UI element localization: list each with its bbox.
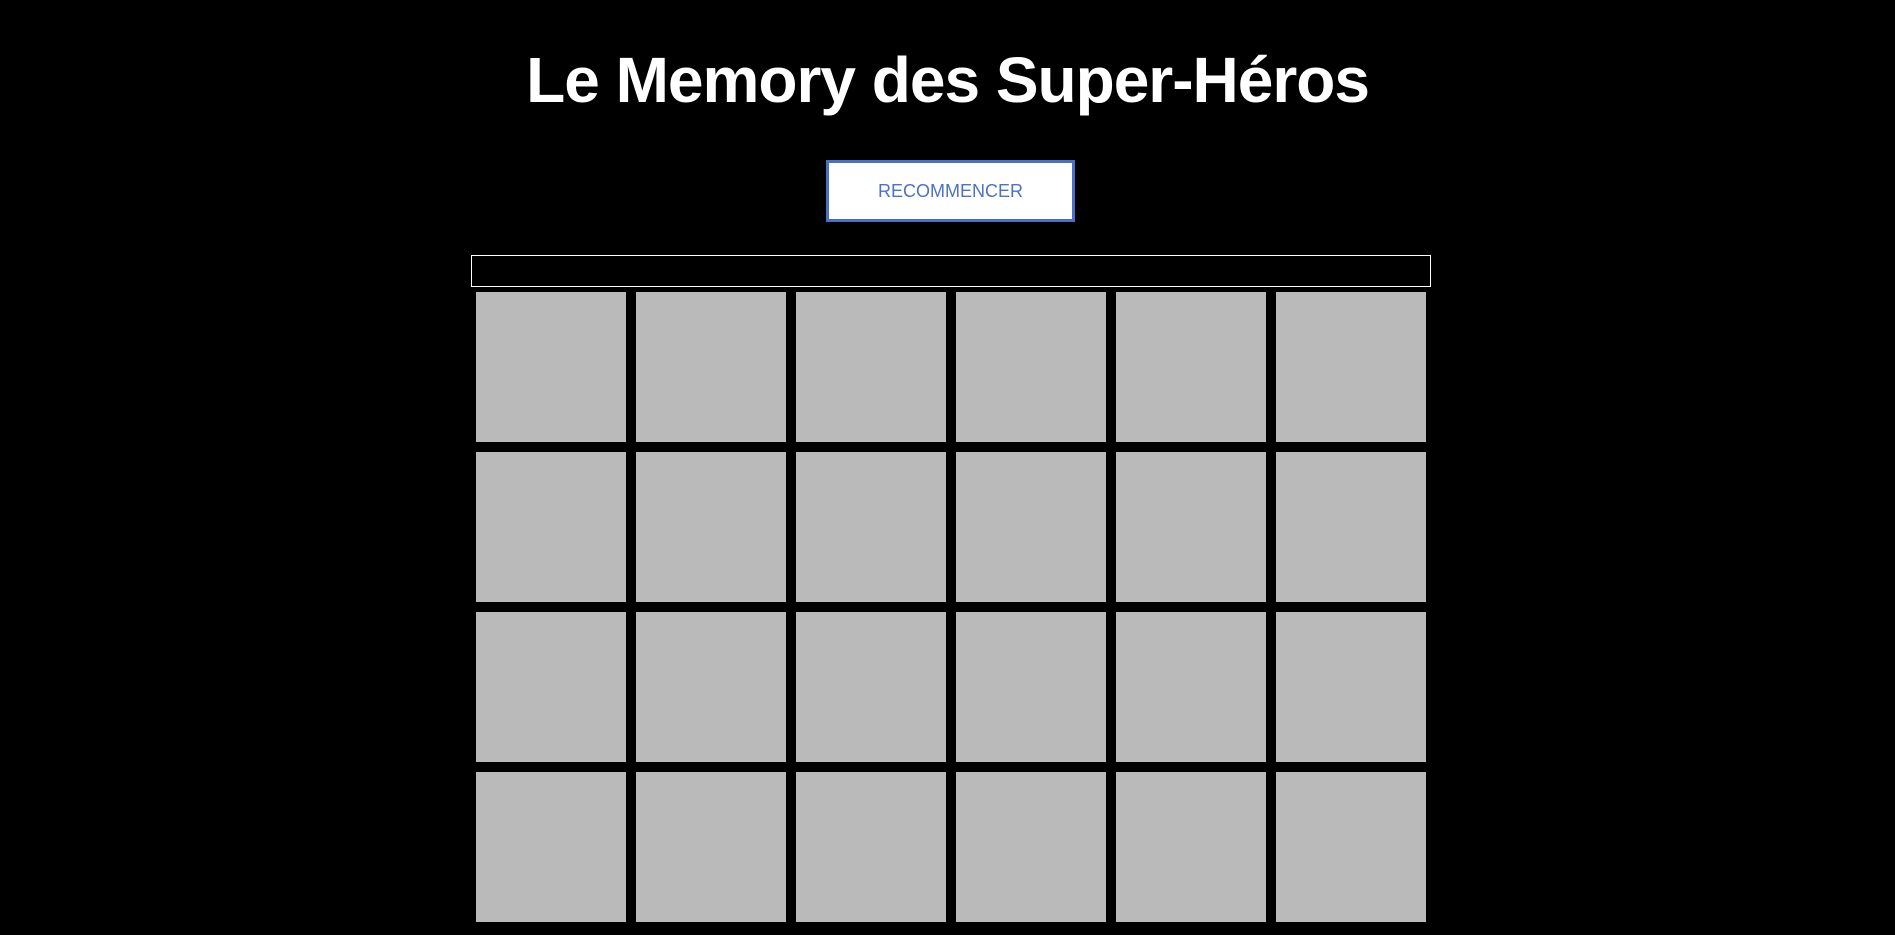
memory-card[interactable] (1276, 612, 1426, 762)
memory-card[interactable] (476, 612, 626, 762)
memory-card[interactable] (1276, 452, 1426, 602)
memory-card[interactable] (476, 772, 626, 922)
progress-bar (471, 255, 1431, 287)
memory-card[interactable] (956, 452, 1106, 602)
game-page: Le Memory des Super-Héros RECOMMENCER (0, 0, 1895, 935)
memory-card[interactable] (1116, 772, 1266, 922)
memory-card[interactable] (1116, 452, 1266, 602)
memory-card[interactable] (956, 772, 1106, 922)
memory-card[interactable] (796, 292, 946, 442)
memory-card[interactable] (636, 612, 786, 762)
memory-card[interactable] (636, 452, 786, 602)
memory-card[interactable] (636, 292, 786, 442)
memory-card[interactable] (796, 452, 946, 602)
memory-card[interactable] (956, 612, 1106, 762)
card-grid (476, 292, 1426, 922)
memory-card[interactable] (476, 452, 626, 602)
memory-card[interactable] (796, 772, 946, 922)
page-title: Le Memory des Super-Héros (526, 44, 1370, 116)
memory-card[interactable] (1116, 612, 1266, 762)
memory-card[interactable] (1276, 292, 1426, 442)
memory-card[interactable] (956, 292, 1106, 442)
memory-card[interactable] (636, 772, 786, 922)
memory-card[interactable] (1116, 292, 1266, 442)
memory-card[interactable] (796, 612, 946, 762)
memory-card[interactable] (476, 292, 626, 442)
restart-button[interactable]: RECOMMENCER (826, 160, 1075, 222)
memory-card[interactable] (1276, 772, 1426, 922)
